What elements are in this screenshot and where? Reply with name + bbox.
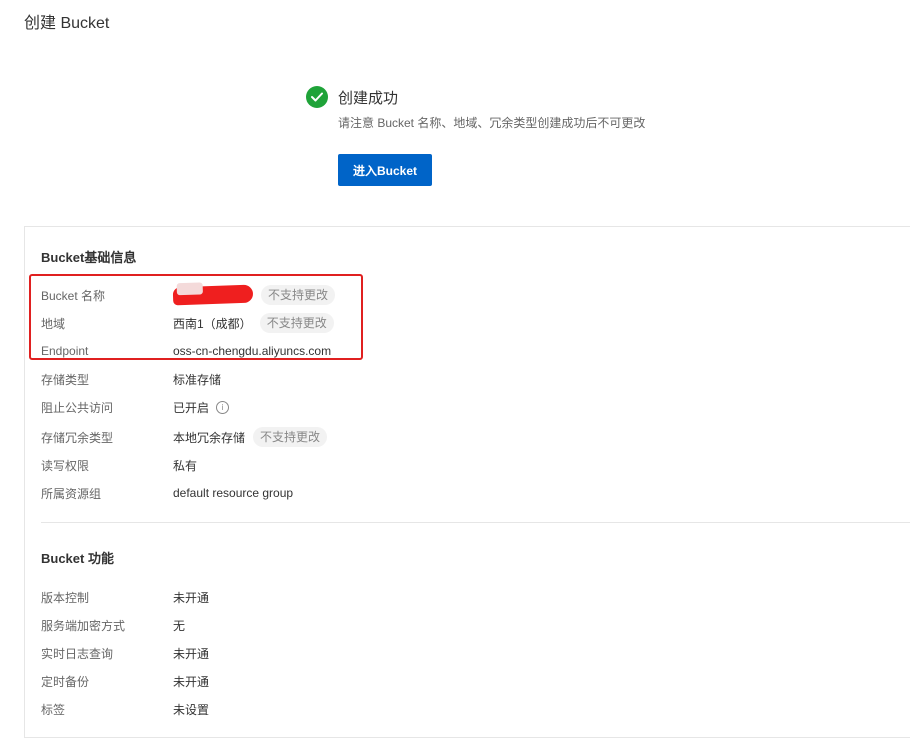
row-label: 读写权限 xyxy=(41,458,90,473)
success-note: 请注意 Bucket 名称、地域、冗余类型创建成功后不可更改 xyxy=(338,116,646,130)
row-region: 地域 西南1（成都） 不支持更改 xyxy=(41,309,334,337)
resource-group-value: default resource group xyxy=(173,486,294,500)
bucket-info-panel: Bucket基础信息 Bucket 名称 不支持更改 地域 西南1（成都） 不支… xyxy=(24,226,910,738)
row-value: 西南1（成都） 不支持更改 xyxy=(173,313,334,333)
row-label: Endpoint xyxy=(41,344,89,358)
row-value: 已开启 i xyxy=(173,399,230,416)
scheduled-backup-value: 未开通 xyxy=(173,674,210,689)
row-block-public-access: 阻止公共访问 已开启 i xyxy=(41,393,230,421)
versioning-value: 未开通 xyxy=(173,590,210,605)
success-row: 创建成功 xyxy=(306,86,645,108)
block-public-access-value: 已开启 xyxy=(173,400,210,415)
row-redundancy: 存储冗余类型 本地冗余存储 不支持更改 xyxy=(41,423,328,451)
endpoint-value: oss-cn-chengdu.aliyuncs.com xyxy=(173,344,332,358)
row-label: 所属资源组 xyxy=(41,486,102,501)
row-realtime-log: 实时日志查询 未开通 xyxy=(41,639,209,667)
row-acl: 读写权限 私有 xyxy=(41,451,197,479)
acl-value: 私有 xyxy=(173,458,198,473)
row-label: 地域 xyxy=(41,316,66,331)
row-encryption: 服务端加密方式 无 xyxy=(41,611,185,639)
info-icon[interactable]: i xyxy=(216,400,230,414)
redacted-bucket-name xyxy=(172,284,254,306)
row-label: 定时备份 xyxy=(41,674,90,689)
row-value: 本地冗余存储 不支持更改 xyxy=(173,427,328,447)
row-label: 阻止公共访问 xyxy=(41,400,114,415)
section-divider xyxy=(41,522,910,523)
success-block: 创建成功 请注意 Bucket 名称、地域、冗余类型创建成功后不可更改 xyxy=(306,86,645,131)
page-title: 创建 Bucket xyxy=(24,15,110,32)
encryption-value: 无 xyxy=(173,618,186,633)
row-tags: 标签 未设置 xyxy=(41,695,209,723)
region-value: 西南1（成都） xyxy=(173,316,252,331)
immutable-tag: 不支持更改 xyxy=(259,313,334,333)
row-label: 实时日志查询 xyxy=(41,646,114,661)
realtime-log-value: 未开通 xyxy=(173,646,210,661)
row-label: 版本控制 xyxy=(41,590,90,605)
row-label: 存储类型 xyxy=(41,372,90,387)
row-label: 存储冗余类型 xyxy=(41,430,114,445)
immutable-tag: 不支持更改 xyxy=(261,285,336,305)
immutable-tag: 不支持更改 xyxy=(253,427,328,447)
success-title: 创建成功 xyxy=(338,89,399,107)
features-title: Bucket 功能 xyxy=(41,551,114,566)
row-label: 服务端加密方式 xyxy=(41,618,126,633)
redundancy-value: 本地冗余存储 xyxy=(173,430,246,445)
row-bucket-name: Bucket 名称 不支持更改 xyxy=(41,281,336,309)
row-storage-class: 存储类型 标准存储 xyxy=(41,365,221,393)
row-label: 标签 xyxy=(41,702,66,717)
row-label: Bucket 名称 xyxy=(41,288,106,303)
row-versioning: 版本控制 未开通 xyxy=(41,583,209,611)
storage-class-value: 标准存储 xyxy=(173,372,222,387)
success-check-icon xyxy=(306,86,328,108)
enter-bucket-button[interactable]: 进入Bucket xyxy=(338,154,432,186)
row-scheduled-backup: 定时备份 未开通 xyxy=(41,667,209,695)
row-value: 不支持更改 xyxy=(172,284,336,306)
basic-info-title: Bucket基础信息 xyxy=(41,250,137,265)
row-resource-group: 所属资源组 default resource group xyxy=(41,479,293,507)
row-endpoint: Endpoint oss-cn-chengdu.aliyuncs.com xyxy=(41,337,331,365)
tags-value: 未设置 xyxy=(173,702,210,717)
